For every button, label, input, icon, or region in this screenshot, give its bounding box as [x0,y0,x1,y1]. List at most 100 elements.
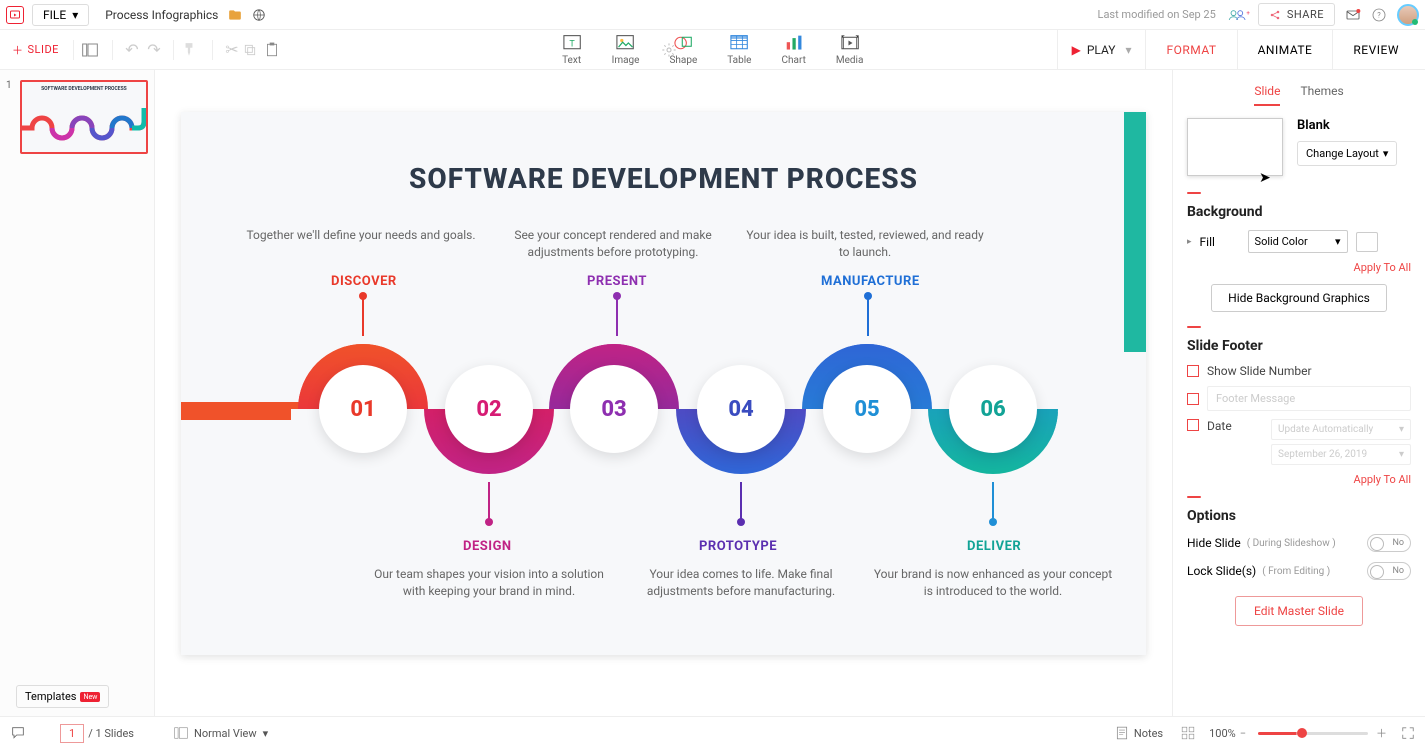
label-design: DESIGN [463,539,512,554]
deliver-stem [1124,112,1146,352]
slide-thumbnail[interactable]: SOFTWARE DEVELOPMENT PROCESS [20,80,148,154]
folder-icon[interactable] [228,8,242,22]
layout-name: Blank [1297,118,1397,133]
play-icon: ▶ [1072,43,1081,57]
undo-icon[interactable]: ↶ [121,40,143,59]
date-update-select[interactable]: Update Automatically▾ [1271,419,1411,440]
plus-icon: ＋ [12,42,24,58]
footer-msg-checkbox[interactable] [1187,393,1199,405]
text-icon: T [562,33,582,53]
add-slide-label: SLIDE [28,43,59,56]
hide-slide-toggle[interactable]: No [1367,534,1411,552]
insert-shape[interactable]: Shape [669,33,697,66]
lock-slide-toggle[interactable]: No [1367,562,1411,580]
app-logo [6,6,24,24]
show-slide-num-checkbox[interactable] [1187,365,1199,377]
desc-manufacture: Your idea is built, tested, reviewed, an… [745,227,985,261]
label-present: PRESENT [587,274,647,289]
edit-master-button[interactable]: Edit Master Slide [1235,596,1363,626]
zoom-out-icon[interactable]: − [1240,727,1246,740]
doc-name[interactable]: Process Infographics [105,8,218,22]
change-layout-button[interactable]: Change Layout▾ [1297,141,1397,166]
fill-label: Fill [1200,235,1240,249]
tab-animate[interactable]: ANIMATE [1237,30,1333,69]
footer-heading: Slide Footer [1187,338,1411,354]
hide-bg-button[interactable]: Hide Background Graphics [1211,284,1387,312]
fill-select[interactable]: Solid Color▾ [1248,230,1348,253]
fill-color-swatch[interactable] [1356,232,1378,252]
date-value-select[interactable]: September 26, 2019▾ [1271,444,1411,465]
user-avatar[interactable] [1397,4,1419,26]
templates-button[interactable]: Templates New [16,685,109,708]
zoom-value[interactable]: 100% [1209,727,1236,740]
svg-text:T: T [569,39,575,49]
insert-chart[interactable]: Chart [781,33,805,66]
file-menu[interactable]: FILE ▾ [32,4,89,26]
bg-apply-all[interactable]: Apply To All [1187,261,1411,274]
collaborators-icon[interactable]: + [1228,8,1250,22]
hide-slide-label: Hide Slide [1187,536,1241,550]
view-mode[interactable]: Normal View ▾ [174,727,268,740]
zoom-in-icon[interactable]: ＋ [1376,725,1387,741]
grid-view-icon[interactable] [1181,726,1195,740]
label-prototype: PROTOTYPE [699,539,777,554]
layout-view-icon[interactable] [82,43,104,57]
share-label: SHARE [1287,8,1324,21]
insert-table[interactable]: Table [727,33,751,66]
format-painter-icon[interactable] [182,42,204,58]
panel-tab-themes[interactable]: Themes [1300,84,1343,106]
label-deliver: DELIVER [967,539,1021,554]
total-slides: / 1 Slides [88,727,134,740]
redo-icon[interactable]: ↷ [143,40,165,59]
globe-icon[interactable] [252,8,266,22]
file-menu-label: FILE [43,8,66,22]
options-heading: Options [1187,508,1411,524]
notes-toggle[interactable]: Notes [1116,726,1163,740]
play-button[interactable]: ▶ PLAY ▾ [1057,30,1146,69]
chevron-down-icon[interactable]: ▾ [1125,43,1131,57]
date-checkbox[interactable] [1187,419,1199,431]
copy-icon[interactable] [243,43,265,57]
play-label: PLAY [1087,43,1116,57]
tab-format[interactable]: FORMAT [1145,30,1236,69]
comments-icon[interactable] [10,725,26,741]
insert-text[interactable]: T Text [562,33,582,66]
add-slide-button[interactable]: ＋ SLIDE [6,38,65,62]
media-icon [840,33,860,53]
background-heading: Background [1187,204,1411,220]
desc-prototype: Your idea comes to life. Make final adju… [621,566,861,600]
image-icon [616,33,636,53]
svg-text:?: ? [1377,10,1381,19]
new-badge: New [80,692,100,702]
desc-present: See your concept rendered and make adjus… [493,227,733,261]
desc-deliver: Your brand is now enhanced as your conce… [873,566,1113,600]
zoom-slider[interactable] [1258,732,1368,735]
insert-media[interactable]: Media [836,33,864,66]
thumb-number: 1 [6,80,16,154]
footer-apply-all[interactable]: Apply To All [1187,473,1411,486]
expand-icon[interactable]: ▸ [1187,237,1192,247]
mail-icon[interactable] [1345,7,1361,23]
show-slide-num-label: Show Slide Number [1207,364,1312,378]
panel-tab-slide[interactable]: Slide [1254,84,1280,106]
paste-icon[interactable] [265,42,287,58]
help-icon[interactable]: ? [1371,7,1387,23]
current-slide[interactable]: 1 [60,724,84,743]
shape-icon [673,33,693,53]
table-icon [729,33,749,53]
share-button[interactable]: SHARE [1258,3,1335,26]
tab-review[interactable]: REVIEW [1332,30,1419,69]
slide-title: SOFTWARE DEVELOPMENT PROCESS [181,162,1146,195]
layout-thumbnail[interactable] [1187,118,1283,176]
slide-canvas[interactable]: SOFTWARE DEVELOPMENT PROCESS Together we… [181,112,1146,655]
cut-icon[interactable]: ✂ [221,40,243,59]
chart-icon [784,33,804,53]
label-discover: DISCOVER [331,274,397,289]
last-modified: Last modified on Sep 25 [1098,8,1216,21]
insert-image[interactable]: Image [612,33,640,66]
date-label: Date [1207,419,1232,433]
chevron-down-icon: ▾ [263,727,269,740]
svg-text:+: + [1246,10,1250,17]
footer-msg-input[interactable]: Footer Message [1207,386,1411,411]
fit-screen-icon[interactable] [1401,726,1415,740]
